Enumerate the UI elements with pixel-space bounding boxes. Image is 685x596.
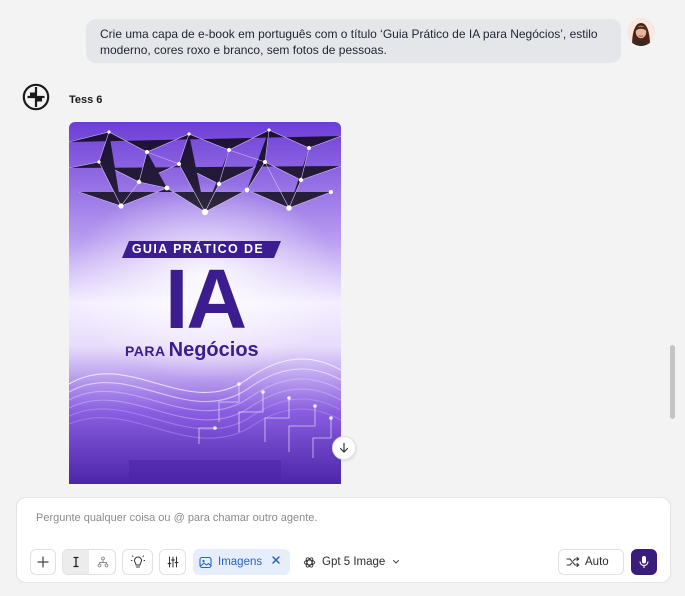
auto-mode-label: Auto bbox=[585, 556, 609, 568]
network-icon bbox=[97, 556, 109, 568]
plus-icon bbox=[37, 556, 49, 568]
generated-image[interactable]: GUIA PRÁTICO DE IA PARA Negócios bbox=[69, 122, 341, 484]
cover-subtitle-large: Negócios bbox=[168, 339, 259, 361]
user-message-text: Crie uma capa de e-book em português com… bbox=[100, 27, 598, 57]
cover-subtitle-small: PARA bbox=[125, 343, 166, 359]
close-icon bbox=[272, 556, 280, 564]
text-mode-button[interactable] bbox=[63, 550, 89, 574]
voice-input-button[interactable] bbox=[631, 549, 657, 575]
ideas-button[interactable] bbox=[122, 549, 153, 575]
scroll-to-bottom-button[interactable] bbox=[332, 436, 356, 460]
mode-toggle bbox=[62, 549, 116, 575]
attach-button[interactable] bbox=[30, 549, 56, 575]
openai-logo-icon bbox=[303, 556, 316, 568]
sliders-icon bbox=[167, 556, 178, 568]
remove-chip-button[interactable] bbox=[270, 554, 282, 569]
cover-subtitle: PARA Negócios bbox=[125, 339, 295, 362]
chevron-down-icon bbox=[393, 560, 400, 564]
shuffle-icon bbox=[566, 557, 580, 567]
images-tool-chip-label: Imagens bbox=[218, 556, 263, 568]
workflow-mode-button[interactable] bbox=[90, 550, 116, 574]
auto-mode-button[interactable]: Auto bbox=[558, 549, 624, 575]
model-selector-label: Gpt 5 Image bbox=[322, 556, 386, 568]
lightbulb-icon bbox=[130, 555, 145, 568]
cursor-text-icon bbox=[73, 556, 79, 568]
composer: Pergunte qualquer coisa ou @ para chamar… bbox=[16, 497, 671, 583]
user-avatar[interactable] bbox=[627, 18, 655, 46]
images-tool-chip[interactable]: Imagens bbox=[193, 549, 290, 575]
model-selector[interactable]: Gpt 5 Image bbox=[303, 549, 400, 575]
arrow-down-icon bbox=[339, 442, 349, 453]
agent-name: Tess 6 bbox=[69, 94, 103, 106]
message-input[interactable]: Pergunte qualquer coisa ou @ para chamar… bbox=[36, 512, 317, 524]
user-message-bubble: Crie uma capa de e-book em português com… bbox=[86, 19, 621, 63]
message-input-placeholder: Pergunte qualquer coisa ou @ para chamar… bbox=[36, 512, 318, 524]
image-icon bbox=[199, 556, 212, 568]
scrollbar-thumb[interactable] bbox=[670, 345, 675, 419]
microphone-icon bbox=[639, 556, 649, 568]
cover-title-text: IA bbox=[165, 252, 247, 346]
agent-logo-icon bbox=[22, 83, 50, 111]
settings-button[interactable] bbox=[159, 549, 186, 575]
